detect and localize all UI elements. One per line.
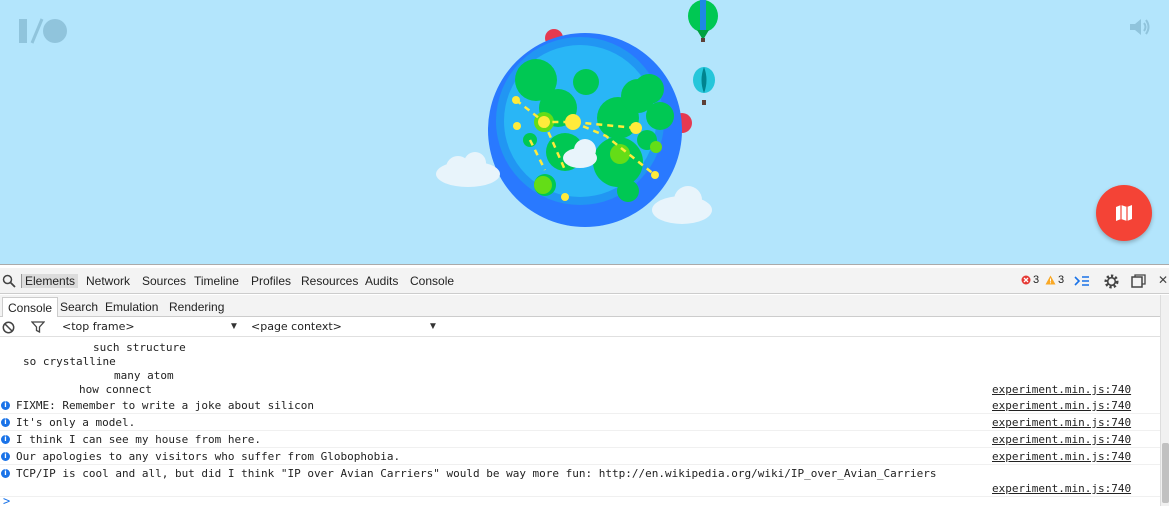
source-link[interactable]: experiment.min.js:740 bbox=[992, 482, 1131, 495]
dock-icon[interactable] bbox=[1131, 274, 1146, 288]
warning-icon bbox=[1045, 275, 1056, 285]
doge-line: many atom bbox=[114, 369, 174, 382]
console-prompt[interactable]: > bbox=[3, 494, 10, 506]
map-icon bbox=[1116, 205, 1132, 221]
console-sub-toolbar: Console Search Emulation Rendering bbox=[0, 295, 1169, 317]
devtools-panel: Elements Network Sources Timeline Profil… bbox=[0, 264, 1169, 506]
source-link[interactable]: experiment.min.js:740 bbox=[992, 433, 1131, 446]
subtab-search[interactable]: Search bbox=[55, 297, 103, 317]
tab-timeline[interactable]: Timeline bbox=[194, 274, 239, 288]
gear-icon[interactable] bbox=[1103, 273, 1120, 290]
console-message: i TCP/IP is cool and all, but did I thin… bbox=[0, 465, 1160, 497]
context-select[interactable]: <page context> bbox=[251, 320, 342, 333]
info-icon: i bbox=[1, 401, 10, 410]
context-select-chevron-icon[interactable]: ▼ bbox=[428, 321, 438, 332]
doge-line: how connect bbox=[79, 383, 152, 396]
green-balloon-icon bbox=[688, 0, 718, 42]
info-icon: i bbox=[1, 435, 10, 444]
search-icon[interactable] bbox=[2, 274, 16, 288]
console-scrollbar[interactable] bbox=[1160, 295, 1169, 506]
close-icon[interactable]: ✕ bbox=[1158, 273, 1168, 287]
tab-elements[interactable]: Elements bbox=[21, 274, 79, 288]
message-text: I think I can see my house from here. bbox=[16, 433, 262, 446]
message-text: TCP/IP is cool and all, but did I think … bbox=[16, 467, 937, 480]
message-text: It's only a model. bbox=[16, 416, 136, 429]
teal-balloon-icon bbox=[693, 67, 715, 105]
clear-console-icon[interactable] bbox=[2, 321, 15, 334]
map-button[interactable] bbox=[1096, 185, 1152, 241]
source-link[interactable]: experiment.min.js:740 bbox=[992, 450, 1131, 463]
tab-profiles[interactable]: Profiles bbox=[251, 274, 291, 288]
error-counter[interactable]: 3 bbox=[1021, 274, 1039, 286]
subtab-rendering[interactable]: Rendering bbox=[164, 297, 229, 317]
subtab-console[interactable]: Console bbox=[2, 297, 59, 317]
console-message: i It's only a model. experiment.min.js:7… bbox=[0, 414, 1160, 431]
source-link[interactable]: experiment.min.js:740 bbox=[992, 399, 1131, 412]
frame-select-chevron-icon[interactable]: ▼ bbox=[229, 321, 239, 332]
tab-resources[interactable]: Resources bbox=[301, 274, 358, 288]
info-icon: i bbox=[1, 418, 10, 427]
doge-line: so crystalline bbox=[23, 355, 116, 368]
warning-count: 3 bbox=[1058, 274, 1065, 286]
experiment-viewport bbox=[0, 0, 1169, 264]
warning-counter[interactable]: 3 bbox=[1045, 274, 1064, 286]
message-text: Our apologies to any visitors who suffer… bbox=[16, 450, 401, 463]
scrollbar-thumb[interactable] bbox=[1162, 443, 1169, 503]
error-count: 3 bbox=[1033, 274, 1040, 286]
info-icon: i bbox=[1, 452, 10, 461]
console-filter-bar: <top frame> ▼ <page context> ▼ bbox=[0, 317, 1169, 337]
source-link[interactable]: experiment.min.js:740 bbox=[992, 416, 1131, 429]
source-link[interactable]: experiment.min.js:740 bbox=[992, 383, 1131, 396]
filter-icon[interactable] bbox=[31, 321, 45, 333]
error-icon bbox=[1021, 275, 1031, 285]
console-message: i FIXME: Remember to write a joke about … bbox=[0, 397, 1160, 414]
info-icon: i bbox=[1, 469, 10, 478]
doge-line: such structure bbox=[93, 341, 186, 354]
tab-network[interactable]: Network bbox=[86, 274, 130, 288]
devtools-main-toolbar: Elements Network Sources Timeline Profil… bbox=[0, 268, 1169, 294]
console-drawer-icon[interactable] bbox=[1074, 275, 1090, 287]
frame-select[interactable]: <top frame> bbox=[62, 320, 135, 333]
io-logo-icon bbox=[19, 18, 67, 44]
subtab-emulation[interactable]: Emulation bbox=[100, 297, 163, 317]
message-text: FIXME: Remember to write a joke about si… bbox=[16, 399, 315, 412]
tab-sources[interactable]: Sources bbox=[142, 274, 186, 288]
console-message: i I think I can see my house from here. … bbox=[0, 431, 1160, 448]
tab-console[interactable]: Console bbox=[410, 274, 454, 288]
console-message: i Our apologies to any visitors who suff… bbox=[0, 448, 1160, 465]
tab-audits[interactable]: Audits bbox=[365, 274, 398, 288]
speaker-icon[interactable] bbox=[1128, 16, 1152, 38]
console-output[interactable]: such structure so crystalline many atom … bbox=[0, 340, 1160, 506]
